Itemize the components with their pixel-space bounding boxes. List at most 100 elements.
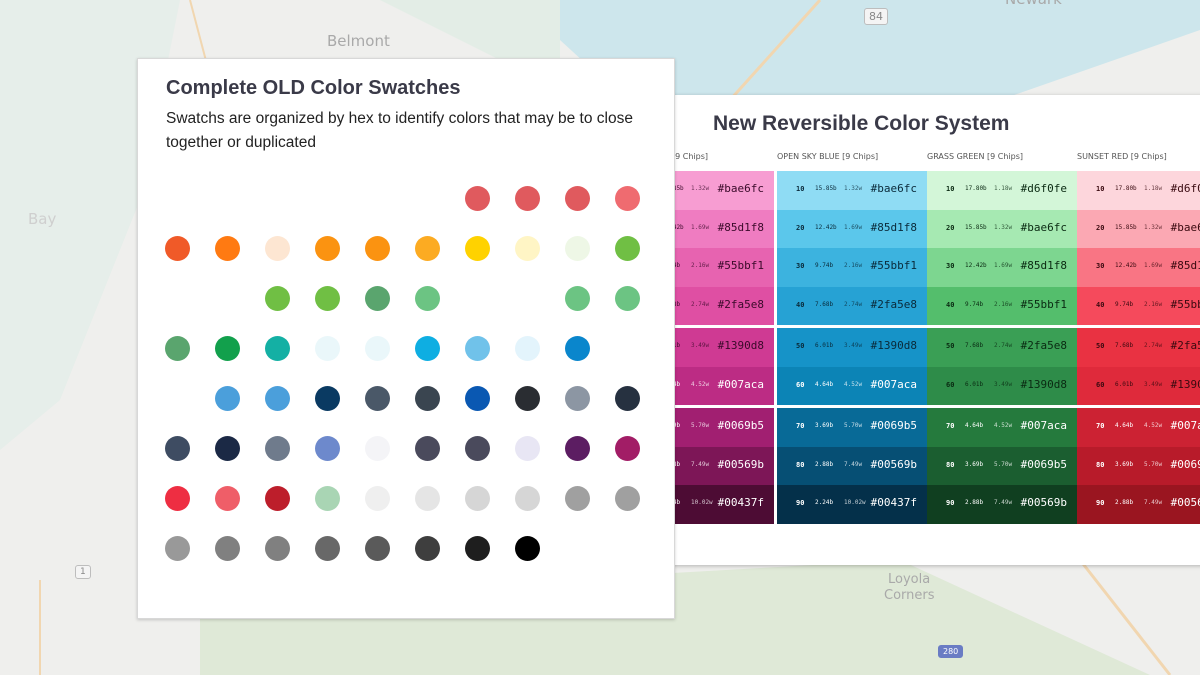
color-chip[interactable]: 10 15.85b 1.32w #bae6fc xyxy=(777,171,927,210)
color-chip[interactable]: 10 17.80b 1.18w #d6f0fe xyxy=(1077,171,1200,210)
color-swatch[interactable] xyxy=(465,236,490,261)
color-chip[interactable]: 60 6.01b 3.49w #1390d8 xyxy=(1077,366,1200,405)
color-chip[interactable]: 90 2.88b 7.49w #00569b xyxy=(927,485,1077,524)
color-chip[interactable]: 60 4.64b 4.52w #007aca xyxy=(777,366,927,405)
color-swatch[interactable] xyxy=(365,236,390,261)
color-chip[interactable]: 90 2.24b 10.02w #00437f xyxy=(777,485,927,524)
color-swatch[interactable] xyxy=(515,436,540,461)
color-swatch[interactable] xyxy=(215,386,240,411)
chip-white-contrast: 7.49w xyxy=(1144,499,1163,506)
color-swatch[interactable] xyxy=(365,486,390,511)
color-chip[interactable]: 80 2.88b 7.49w #00569b xyxy=(777,446,927,485)
color-swatch[interactable] xyxy=(315,286,340,311)
color-swatch[interactable] xyxy=(515,536,540,561)
color-swatch[interactable] xyxy=(465,186,490,211)
color-swatch[interactable] xyxy=(615,236,640,261)
color-chip[interactable]: 80 3.69b 5.70w #0069b5 xyxy=(927,446,1077,485)
map-label-belmont: Belmont xyxy=(327,32,390,50)
color-swatch[interactable] xyxy=(565,186,590,211)
color-swatch[interactable] xyxy=(165,436,190,461)
color-swatch[interactable] xyxy=(465,486,490,511)
color-swatch[interactable] xyxy=(515,186,540,211)
color-swatch[interactable] xyxy=(415,386,440,411)
color-swatch[interactable] xyxy=(265,286,290,311)
color-swatch[interactable] xyxy=(415,486,440,511)
color-swatch[interactable] xyxy=(365,386,390,411)
chip-hex: #bae6fc xyxy=(1020,220,1067,234)
color-swatch[interactable] xyxy=(465,536,490,561)
color-chip[interactable]: 50 7.68b 2.74w #2fa5e8 xyxy=(927,328,1077,367)
color-chip[interactable]: 70 3.69b 5.70w #0069b5 xyxy=(777,408,927,447)
color-swatch[interactable] xyxy=(415,336,440,361)
color-chip[interactable]: 50 6.01b 3.49w #1390d8 xyxy=(777,328,927,367)
color-chip[interactable]: 30 12.42b 1.69w #85d1f8 xyxy=(927,248,1077,287)
color-chip[interactable]: 10 17.80b 1.18w #d6f0fe xyxy=(927,171,1077,210)
color-chip[interactable]: 40 9.74b 2.16w #55bbf1 xyxy=(1077,286,1200,325)
color-swatch[interactable] xyxy=(365,436,390,461)
color-chip[interactable]: 90 2.88b 7.49w #00569b xyxy=(1077,485,1200,524)
color-chip[interactable]: 50 7.68b 2.74w #2fa5e8 xyxy=(1077,328,1200,367)
color-chip[interactable]: 60 6.01b 3.49w #1390d8 xyxy=(927,366,1077,405)
color-swatch[interactable] xyxy=(265,536,290,561)
color-swatch[interactable] xyxy=(565,436,590,461)
color-swatch[interactable] xyxy=(615,286,640,311)
color-chip[interactable]: 30 12.42b 1.69w #85d1f8 xyxy=(1077,248,1200,287)
color-chip[interactable]: 40 9.74b 2.16w #55bbf1 xyxy=(927,286,1077,325)
color-swatch[interactable] xyxy=(365,286,390,311)
color-swatch[interactable] xyxy=(215,336,240,361)
color-swatch[interactable] xyxy=(315,436,340,461)
color-swatch[interactable] xyxy=(265,436,290,461)
color-swatch[interactable] xyxy=(315,336,340,361)
color-swatch[interactable] xyxy=(315,486,340,511)
color-swatch[interactable] xyxy=(565,236,590,261)
color-swatch[interactable] xyxy=(165,236,190,261)
color-swatch[interactable] xyxy=(265,336,290,361)
chip-hex: #2fa5e8 xyxy=(717,297,764,311)
color-swatch[interactable] xyxy=(415,286,440,311)
color-chip[interactable]: 70 4.64b 4.52w #007aca xyxy=(1077,408,1200,447)
color-chip[interactable]: 20 15.85b 1.32w #bae6fc xyxy=(927,209,1077,248)
color-swatch[interactable] xyxy=(265,236,290,261)
color-swatch[interactable] xyxy=(415,436,440,461)
color-chip[interactable]: 70 4.64b 4.52w #007aca xyxy=(927,408,1077,447)
color-swatch[interactable] xyxy=(265,486,290,511)
color-swatch[interactable] xyxy=(415,236,440,261)
color-swatch[interactable] xyxy=(615,186,640,211)
color-swatch[interactable] xyxy=(165,536,190,561)
color-swatch[interactable] xyxy=(165,336,190,361)
color-swatch[interactable] xyxy=(615,436,640,461)
color-swatch[interactable] xyxy=(515,336,540,361)
color-swatch[interactable] xyxy=(215,536,240,561)
color-chip[interactable]: 40 7.68b 2.74w #2fa5e8 xyxy=(777,286,927,325)
color-swatch[interactable] xyxy=(515,386,540,411)
color-swatch[interactable] xyxy=(615,386,640,411)
color-swatch[interactable] xyxy=(565,486,590,511)
color-swatch[interactable] xyxy=(365,336,390,361)
color-chip[interactable]: 20 15.85b 1.32w #bae6fc xyxy=(1077,209,1200,248)
chip-step: 40 xyxy=(1096,300,1105,309)
color-swatch[interactable] xyxy=(415,536,440,561)
color-swatch[interactable] xyxy=(315,236,340,261)
chip-step: 10 xyxy=(1096,185,1105,193)
color-swatch[interactable] xyxy=(465,436,490,461)
chip-hex: #1390d8 xyxy=(1020,377,1067,391)
color-swatch[interactable] xyxy=(215,436,240,461)
color-swatch[interactable] xyxy=(565,336,590,361)
color-swatch[interactable] xyxy=(565,286,590,311)
color-swatch[interactable] xyxy=(315,386,340,411)
color-swatch[interactable] xyxy=(615,486,640,511)
color-swatch[interactable] xyxy=(315,536,340,561)
color-chip[interactable]: 30 9.74b 2.16w #55bbf1 xyxy=(777,248,927,287)
color-swatch[interactable] xyxy=(365,536,390,561)
color-chip[interactable]: 20 12.42b 1.69w #85d1f8 xyxy=(777,209,927,248)
color-swatch[interactable] xyxy=(465,386,490,411)
color-swatch[interactable] xyxy=(215,486,240,511)
color-swatch[interactable] xyxy=(165,486,190,511)
color-swatch[interactable] xyxy=(265,386,290,411)
color-swatch[interactable] xyxy=(565,386,590,411)
color-swatch[interactable] xyxy=(215,236,240,261)
color-swatch[interactable] xyxy=(515,236,540,261)
color-swatch[interactable] xyxy=(465,336,490,361)
color-chip[interactable]: 80 3.69b 5.70w #0069b5 xyxy=(1077,446,1200,485)
color-swatch[interactable] xyxy=(515,486,540,511)
